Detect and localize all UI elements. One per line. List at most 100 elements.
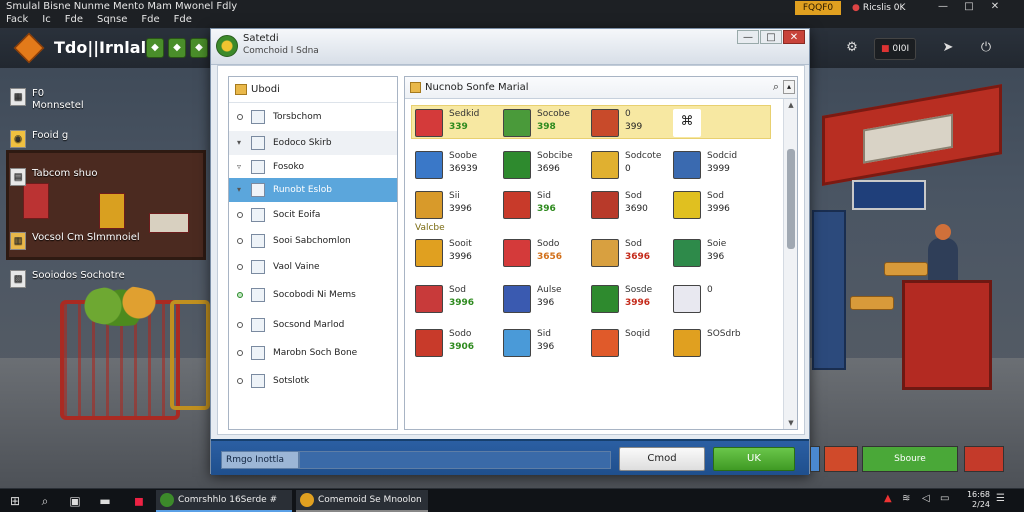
product-item[interactable]: 0 399 [591,105,681,141]
menu-item[interactable]: Fde [174,14,192,25]
product-item[interactable]: Aulse 396 [503,281,593,317]
tree-expander-icon[interactable]: ▾ [237,131,247,155]
dialog-minimize-button[interactable]: — [737,30,759,44]
product-item[interactable]: SOSdrb [673,325,763,361]
product-box-icon [415,109,443,137]
action-slot[interactable] [810,446,820,472]
gear-icon[interactable]: ⚙ [842,38,862,58]
dialog-close-button[interactable]: ✕ [783,30,805,44]
clock[interactable]: 16:68 2/24 [960,490,990,510]
toolbar-green-button[interactable]: ◆ [168,38,186,58]
product-item[interactable]: Sod 3996 [415,281,505,317]
cancel-button[interactable]: Cmod [619,447,705,471]
start-icon[interactable]: ⊞ [6,492,24,510]
scroll-down-icon[interactable]: ▼ [784,417,798,429]
product-item[interactable]: Sod 3696 [591,235,681,271]
tree-node[interactable]: ▿ Fosoko [229,155,397,179]
product-item[interactable]: Sod 3996 [673,187,763,223]
product-item[interactable]: Sedkid 339 [415,105,505,141]
maximize-button[interactable]: □ [956,0,982,14]
product-price: 339 [449,122,468,132]
product-item[interactable]: Sii 3996 [415,187,505,223]
menu-item[interactable]: Sqnse [97,14,127,25]
user-label[interactable]: Ricslis 0K [852,1,922,15]
product-item[interactable]: Soobe 36939 [415,147,505,183]
sidebar-item[interactable]: ◉ Fooid g [10,130,68,148]
menu-item[interactable]: Fack [6,14,28,25]
product-item[interactable]: Sodo 3906 [415,325,505,361]
menu-item[interactable]: Fde [65,14,83,25]
taskbar-task[interactable]: Comemoid Se Mnoolon [296,490,428,512]
tree-node-label: Socit Eoifa [273,210,321,220]
account-badge[interactable]: FQQF0 [795,1,841,15]
taskbar-task[interactable]: Comrshhlo 16Serde # [156,490,292,512]
tree-node[interactable]: ▾ Eodoco Skirb [229,131,397,155]
product-item[interactable]: Soie 396 [673,235,763,271]
menu-item[interactable]: Ic [42,14,50,25]
tree-node[interactable]: ▾ Runobt Eslob [229,178,397,202]
product-item[interactable]: Sodcote 0 [591,147,681,183]
sidebar-item[interactable]: ▦ F0 Monnsetel [10,88,84,112]
dialog-maximize-button[interactable]: □ [760,30,782,44]
header-pill[interactable]: ■ 0I0I [874,38,917,60]
product-item[interactable]: Sobcibe 3696 [503,147,593,183]
speaker-icon[interactable]: ◁ [922,493,930,504]
tree-node[interactable]: Sotslotk [229,369,397,393]
cursor-icon[interactable]: ➤ [938,38,958,58]
product-item[interactable]: Sodo 3656 [503,235,593,271]
tree-header: Ubodi [229,77,397,103]
toolbar-green-button[interactable]: ◆ [146,38,164,58]
tree-node[interactable]: Socit Eoifa [229,203,397,227]
tree-node[interactable]: Sooi Sabchomlon [229,229,397,253]
power-icon[interactable]: ⏻ [976,38,996,58]
product-box-icon [415,151,443,179]
sidebar-item[interactable]: ▧ Sooiodos Sochotre [10,270,125,288]
scroll-up-icon[interactable]: ▲ [784,99,798,111]
product-box-icon [415,239,443,267]
product-item[interactable]: Soqid [591,325,681,361]
battery-icon[interactable]: ▭ [940,493,949,504]
tree-node[interactable]: Vaol Vaine [229,255,397,279]
product-item[interactable]: Sid 396 [503,325,593,361]
tree-node[interactable]: Socobodi Ni Mems [229,283,397,307]
category-label: Valcbe [415,223,445,233]
action-button[interactable]: Sboure [862,446,958,472]
product-item[interactable]: Sooit 3996 [415,235,505,271]
sidebar-item[interactable]: ▤ Tabcom shuo [10,168,97,186]
scrollbar-thumb[interactable] [787,149,795,249]
product-item[interactable]: Sod 3690 [591,187,681,223]
product-item[interactable]: ⌘ [673,105,763,141]
menu-item[interactable]: Fde [141,14,159,25]
product-item[interactable]: Sid 396 [503,187,593,223]
product-item[interactable]: Socobe 398 [503,105,593,141]
close-button[interactable]: ✕ [982,0,1008,14]
tree-node[interactable]: Socsond Marlod [229,313,397,337]
category-icon [251,318,265,332]
ok-button[interactable]: UK [713,447,795,471]
product-box-icon [415,329,443,357]
product-item[interactable]: Sosde 3996 [591,281,681,317]
scroll-up-icon[interactable]: ▴ [783,80,795,94]
product-item[interactable]: 0 [673,281,763,317]
sidebar-item[interactable]: ▥ Vocsol Cm Slmmnoiel [10,232,140,250]
folder-icon[interactable]: ▬ [96,492,114,510]
action-slot[interactable] [824,446,858,472]
product-item[interactable]: Sodcid 3999 [673,147,763,183]
tree-node-label: Sotslotk [273,376,310,386]
notifications-icon[interactable]: ☰ [996,493,1005,504]
search-icon[interactable]: ⌕ [36,492,54,510]
file-explorer-icon[interactable]: ▣ [66,492,84,510]
app-red-icon[interactable]: ◼ [130,492,148,510]
action-slot[interactable] [964,446,1004,472]
tree-node[interactable]: Marobn Soch Bone [229,341,397,365]
tree-node[interactable]: Torsbchom [229,105,397,129]
toolbar-green-button[interactable]: ◆ [190,38,208,58]
warning-icon[interactable]: ▲ [884,493,892,504]
search-icon[interactable]: ⌕ [769,80,783,94]
tree-expander-icon[interactable]: ▾ [237,178,247,202]
grid-scrollbar[interactable]: ▲ ▼ [783,99,797,429]
minimize-button[interactable]: — [930,0,956,14]
window-title: Smulal Bisne Nunme Mento Mam Mwonel Fdly [6,1,238,12]
tree-expander-icon[interactable]: ▿ [237,155,247,179]
network-icon[interactable]: ≋ [902,493,910,504]
